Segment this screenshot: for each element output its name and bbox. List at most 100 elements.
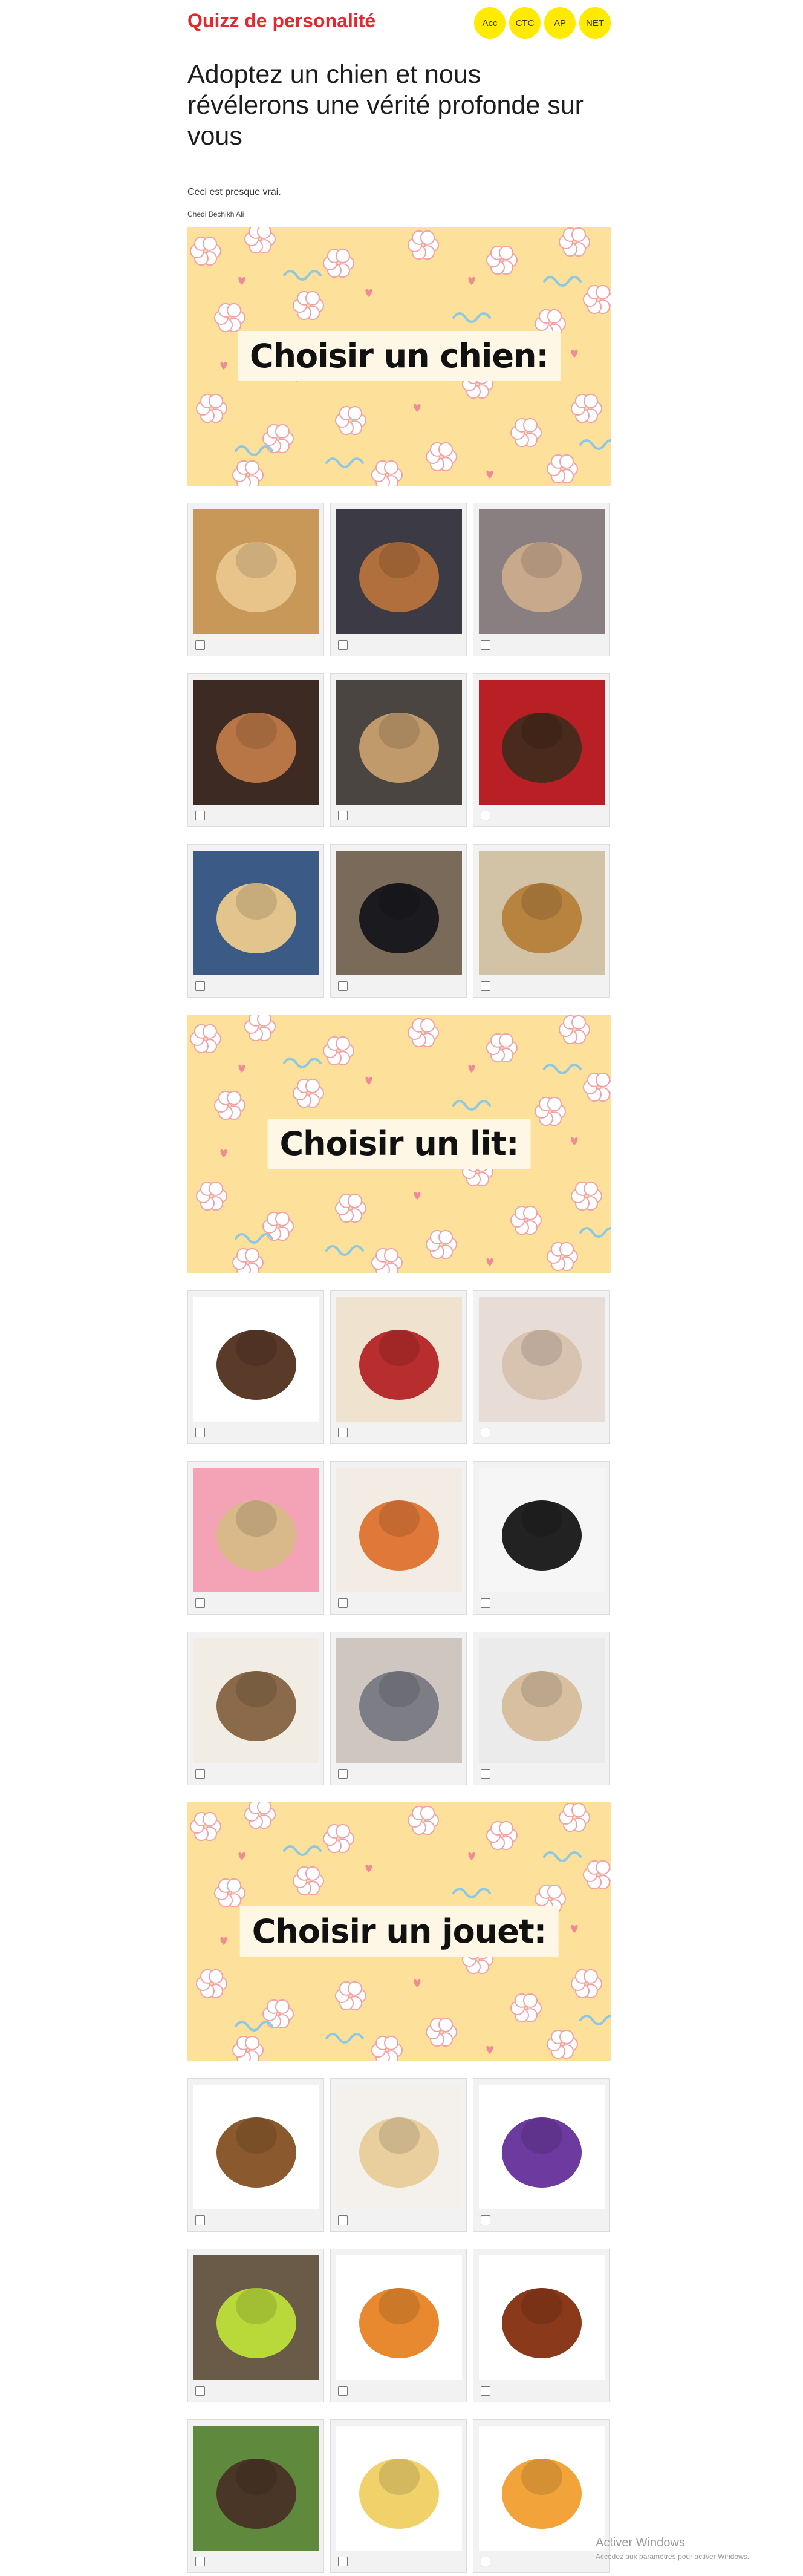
choice-card[interactable]: [473, 2078, 610, 2232]
choice-card[interactable]: [330, 503, 467, 656]
choice-checkbox[interactable]: [338, 1598, 348, 1608]
choice-image[interactable]: [479, 851, 605, 975]
choice-card[interactable]: [187, 503, 324, 656]
choice-card[interactable]: [187, 844, 324, 998]
choice-card[interactable]: [473, 844, 610, 998]
choice-card[interactable]: [473, 2419, 610, 2573]
choice-card[interactable]: [330, 2249, 467, 2402]
nav-ctc[interactable]: CTC: [509, 7, 541, 39]
nav-net[interactable]: NET: [579, 7, 611, 39]
choice-card[interactable]: [473, 1290, 610, 1444]
quiz-subtitle: Ceci est presque vrai.: [187, 187, 281, 197]
choice-checkbox[interactable]: [481, 640, 490, 650]
photo-icon: [479, 1297, 605, 1422]
choice-image[interactable]: [479, 2085, 605, 2209]
choice-checkbox[interactable]: [481, 811, 490, 820]
choice-card[interactable]: [330, 2078, 467, 2232]
site-brand[interactable]: Quizz de personalité: [187, 10, 375, 32]
choice-checkbox[interactable]: [481, 1598, 490, 1608]
choice-checkbox[interactable]: [338, 2215, 348, 2225]
choice-card[interactable]: [187, 1290, 324, 1444]
choice-checkbox[interactable]: [195, 811, 205, 820]
photo-icon: [336, 680, 462, 805]
photo-icon: [336, 2255, 462, 2380]
choice-card[interactable]: [187, 673, 324, 827]
photo-icon: [336, 1638, 462, 1763]
choice-checkbox[interactable]: [481, 1769, 490, 1779]
choice-checkbox[interactable]: [195, 2386, 205, 2396]
choice-image[interactable]: [193, 1297, 319, 1422]
choice-image[interactable]: [193, 1468, 319, 1592]
choice-card[interactable]: [473, 2249, 610, 2402]
choice-row: [187, 1461, 611, 1615]
choice-card[interactable]: [473, 673, 610, 827]
choice-card[interactable]: [187, 2419, 324, 2573]
choice-card[interactable]: [473, 1632, 610, 1785]
choice-card[interactable]: [187, 1632, 324, 1785]
choice-image[interactable]: [336, 680, 462, 805]
choice-checkbox[interactable]: [481, 2215, 490, 2225]
choice-card[interactable]: [330, 2419, 467, 2573]
choice-image[interactable]: [336, 509, 462, 634]
choice-checkbox[interactable]: [338, 981, 348, 991]
choice-card[interactable]: [330, 1461, 467, 1615]
choice-card[interactable]: [187, 2249, 324, 2402]
choice-image[interactable]: [336, 1638, 462, 1763]
choice-checkbox[interactable]: [338, 1769, 348, 1779]
choice-card[interactable]: [187, 1461, 324, 1615]
choice-card[interactable]: [330, 1290, 467, 1444]
choice-checkbox[interactable]: [481, 1428, 490, 1437]
choice-image[interactable]: [479, 1638, 605, 1763]
choice-image[interactable]: [193, 1638, 319, 1763]
choice-image[interactable]: [193, 851, 319, 975]
choice-card[interactable]: [473, 503, 610, 656]
photo-icon: [336, 851, 462, 975]
nav-ap[interactable]: AP: [544, 7, 576, 39]
choice-image[interactable]: [193, 2426, 319, 2551]
choice-checkbox[interactable]: [195, 2557, 205, 2566]
choice-image[interactable]: [336, 851, 462, 975]
choice-image[interactable]: [336, 2085, 462, 2209]
choice-checkbox[interactable]: [195, 981, 205, 991]
choice-image[interactable]: [336, 2426, 462, 2551]
choice-checkbox[interactable]: [195, 1598, 205, 1608]
choice-card[interactable]: [330, 673, 467, 827]
choice-card[interactable]: [330, 844, 467, 998]
choice-checkbox[interactable]: [338, 640, 348, 650]
choice-image[interactable]: [479, 2426, 605, 2551]
choice-image[interactable]: [193, 680, 319, 805]
photo-icon: [193, 2426, 319, 2551]
choice-image[interactable]: [479, 509, 605, 634]
choice-checkbox[interactable]: [195, 2215, 205, 2225]
choice-image[interactable]: [479, 680, 605, 805]
nav-acc[interactable]: Acc: [474, 7, 506, 39]
choice-checkbox[interactable]: [481, 2557, 490, 2566]
choice-checkbox[interactable]: [338, 811, 348, 820]
choice-image[interactable]: [336, 1297, 462, 1422]
choice-image[interactable]: [336, 1468, 462, 1592]
choice-image[interactable]: [479, 1468, 605, 1592]
choice-card[interactable]: [330, 1632, 467, 1785]
section-bed: Choisir un lit:: [187, 1015, 611, 1785]
photo-icon: [193, 1297, 319, 1422]
choice-card[interactable]: [187, 2078, 324, 2232]
choice-image[interactable]: [193, 2255, 319, 2380]
nav-circles: Acc CTC AP NET: [474, 7, 611, 39]
choice-image[interactable]: [479, 1297, 605, 1422]
choice-card[interactable]: [473, 1461, 610, 1615]
section-banner: Choisir un chien:: [187, 227, 611, 486]
choice-image[interactable]: [479, 2255, 605, 2380]
choice-checkbox[interactable]: [481, 981, 490, 991]
choice-checkbox[interactable]: [195, 640, 205, 650]
choice-checkbox[interactable]: [338, 2557, 348, 2566]
choice-image[interactable]: [193, 509, 319, 634]
choice-checkbox[interactable]: [338, 2386, 348, 2396]
choice-checkbox[interactable]: [195, 1769, 205, 1779]
choice-image[interactable]: [193, 2085, 319, 2209]
photo-icon: [479, 2426, 605, 2551]
choice-checkbox[interactable]: [195, 1428, 205, 1437]
photo-icon: [193, 2085, 319, 2209]
choice-checkbox[interactable]: [481, 2386, 490, 2396]
choice-checkbox[interactable]: [338, 1428, 348, 1437]
choice-image[interactable]: [336, 2255, 462, 2380]
